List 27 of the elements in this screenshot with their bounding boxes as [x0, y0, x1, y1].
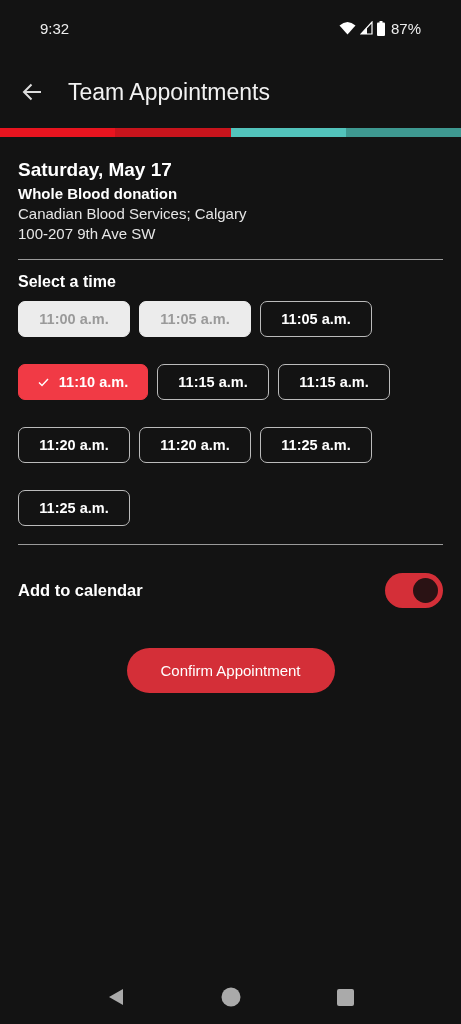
- back-nav-icon[interactable]: [107, 988, 125, 1006]
- time-slot[interactable]: 11:05 a.m.: [260, 301, 372, 337]
- time-slot[interactable]: 11:15 a.m.: [157, 364, 269, 400]
- time-slot[interactable]: 11:25 a.m.: [18, 490, 130, 526]
- signal-icon: [359, 21, 373, 35]
- time-slot[interactable]: 11:10 a.m.: [18, 364, 148, 400]
- wifi-icon: [338, 21, 356, 35]
- section-heading: Select a time: [18, 273, 117, 291]
- appointment-date: Saturday, May 17: [18, 159, 173, 181]
- donation-type: Whole Blood donation: [18, 185, 179, 202]
- location-name: Canadian Blood Services; Calgary: [18, 205, 248, 222]
- back-icon[interactable]: [22, 83, 42, 101]
- screen-title: Team Appointments: [68, 78, 270, 106]
- battery-icon: [376, 20, 385, 36]
- time-slot[interactable]: 11:20 a.m.: [18, 427, 130, 463]
- toggle-label: Add to calendar: [18, 581, 143, 600]
- confirm-button[interactable]: Confirm Appointment: [126, 648, 335, 693]
- time-slot[interactable]: 11:20 a.m.: [139, 427, 251, 463]
- battery-percent: 87%: [390, 19, 421, 37]
- time-slot[interactable]: 11:25 a.m.: [260, 427, 372, 463]
- time-slot[interactable]: 11:15 a.m.: [278, 364, 390, 400]
- status-time: 9:32: [40, 19, 70, 37]
- recents-icon[interactable]: [337, 988, 354, 1006]
- location-address: 100-207 9th Ave SW: [18, 225, 157, 242]
- home-icon[interactable]: [221, 987, 241, 1007]
- toggle-switch[interactable]: [385, 573, 443, 608]
- check-icon: [37, 377, 49, 387]
